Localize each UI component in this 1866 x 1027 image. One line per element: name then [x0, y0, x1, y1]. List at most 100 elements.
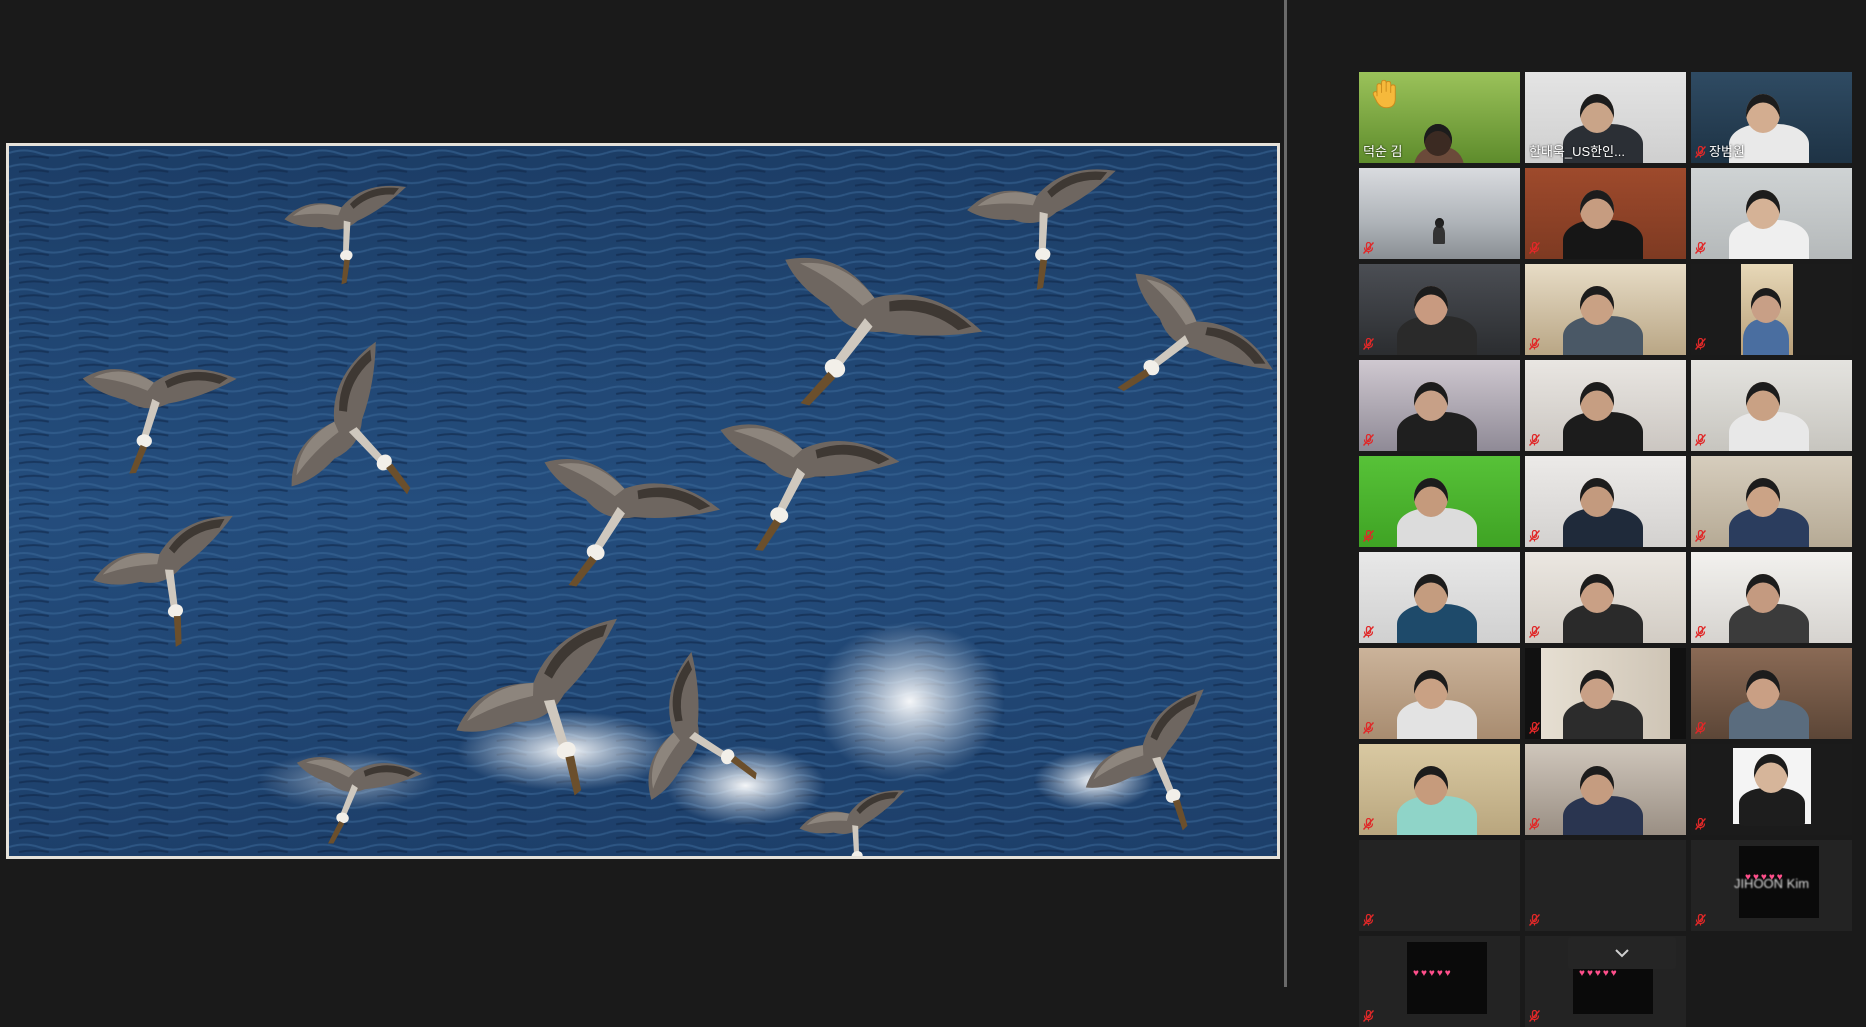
participant-video [1525, 744, 1686, 835]
participant-face [1424, 124, 1452, 157]
participant-video [1525, 648, 1686, 739]
participant-face [1580, 190, 1614, 230]
participant-tile[interactable] [1691, 744, 1852, 835]
participant-tile[interactable] [1359, 168, 1520, 259]
participant-face [1746, 382, 1780, 422]
participant-tile[interactable] [1525, 744, 1686, 835]
participant-tile[interactable] [1525, 552, 1686, 643]
mic-muted-icon [1529, 626, 1540, 638]
participant-video [1691, 648, 1852, 739]
participant-tile[interactable] [1359, 456, 1520, 547]
mic-muted-icon [1363, 530, 1374, 542]
participant-face [1580, 766, 1614, 806]
participant-name: 한태욱_US한인... [1529, 144, 1625, 159]
participant-face [1580, 286, 1614, 326]
participant-body [1743, 319, 1789, 355]
participant-video [1691, 264, 1852, 355]
pelicans-diving-image [9, 146, 1277, 856]
mic-muted-icon [1695, 146, 1706, 158]
participant-face [1414, 286, 1448, 326]
participant-tile[interactable] [1525, 168, 1686, 259]
participant-tile[interactable] [1691, 456, 1852, 547]
participant-video [1691, 168, 1852, 259]
participant-video [1359, 456, 1520, 547]
mic-muted-icon [1363, 338, 1374, 350]
participant-gallery: 덕순 김 한태욱_US한인... 장범원 ♥♥♥♥♥ JIHOON Kim ♥♥♥♥♥ ♥♥… [1359, 72, 1853, 1027]
participant-tile[interactable]: 덕순 김 [1359, 72, 1520, 163]
participant-tile[interactable] [1691, 648, 1852, 739]
mic-muted-icon [1529, 914, 1540, 926]
participant-face [1414, 382, 1448, 422]
mic-muted-icon [1363, 1010, 1374, 1022]
participant-body [1739, 788, 1805, 826]
mic-muted-icon [1695, 626, 1706, 638]
participant-face [1414, 574, 1448, 614]
mic-muted-icon [1695, 722, 1706, 734]
mic-muted-icon [1363, 818, 1374, 830]
participant-tile[interactable] [1691, 168, 1852, 259]
participant-tile[interactable] [1359, 648, 1520, 739]
participant-video [1525, 360, 1686, 451]
participant-tile[interactable] [1359, 840, 1520, 931]
participant-tile[interactable] [1359, 552, 1520, 643]
participant-tile[interactable]: ♥♥♥♥♥ [1359, 936, 1520, 1027]
participant-face [1580, 94, 1614, 134]
participant-face [1746, 190, 1780, 230]
participant-video [1359, 168, 1520, 259]
participant-face [1580, 382, 1614, 422]
mic-muted-icon [1695, 914, 1706, 926]
participant-tile[interactable] [1525, 264, 1686, 355]
participant-name: 덕순 김 [1363, 144, 1403, 159]
participant-video [1525, 264, 1686, 355]
participant-video: ♥♥♥♥♥ [1359, 936, 1520, 1027]
participant-face [1746, 574, 1780, 614]
participant-video [1359, 552, 1520, 643]
participant-tile[interactable] [1525, 840, 1686, 931]
participant-tile[interactable] [1691, 552, 1852, 643]
participant-tile[interactable]: 한태욱_US한인... [1525, 72, 1686, 163]
participant-tile[interactable] [1525, 648, 1686, 739]
participant-name: 장범원 [1709, 144, 1745, 159]
participant-video [1359, 360, 1520, 451]
mic-muted-icon [1363, 434, 1374, 446]
participant-tile[interactable] [1691, 264, 1852, 355]
participant-tile[interactable] [1359, 744, 1520, 835]
gallery-scroll-down-button[interactable] [1568, 937, 1676, 969]
participant-tile[interactable] [1359, 360, 1520, 451]
participant-tile[interactable] [1359, 264, 1520, 355]
mic-muted-icon [1363, 722, 1374, 734]
participant-tile[interactable] [1691, 360, 1852, 451]
shared-image-pelicans [6, 143, 1280, 859]
mic-muted-icon [1529, 818, 1540, 830]
mic-muted-icon [1695, 338, 1706, 350]
participant-video [1525, 552, 1686, 643]
participant-video [1691, 360, 1852, 451]
participant-face [1414, 478, 1448, 518]
participant-video [1359, 648, 1520, 739]
participant-face [1746, 94, 1780, 134]
mic-muted-icon [1695, 434, 1706, 446]
participant-video [1525, 456, 1686, 547]
participant-tile[interactable] [1525, 456, 1686, 547]
mic-muted-icon [1529, 1010, 1540, 1022]
mic-muted-icon [1529, 530, 1540, 542]
participant-video [1525, 168, 1686, 259]
participant-face [1414, 766, 1448, 806]
chevron-down-icon [1615, 949, 1629, 958]
participant-face [1580, 478, 1614, 518]
participant-video [1359, 840, 1520, 931]
participant-face [1754, 754, 1788, 794]
participant-video [1691, 456, 1852, 547]
participant-face [1414, 670, 1448, 710]
mic-muted-icon [1363, 242, 1374, 254]
mic-muted-icon [1363, 914, 1374, 926]
participant-face [1746, 478, 1780, 518]
participant-body [1433, 226, 1445, 244]
shared-screen [0, 0, 1284, 987]
mic-muted-icon [1695, 818, 1706, 830]
panel-divider[interactable] [1284, 0, 1287, 987]
mic-muted-icon [1363, 626, 1374, 638]
participant-tile[interactable] [1525, 360, 1686, 451]
participant-tile[interactable]: 장범원 [1691, 72, 1852, 163]
participant-tile[interactable]: ♥♥♥♥♥ JIHOON Kim [1691, 840, 1852, 931]
